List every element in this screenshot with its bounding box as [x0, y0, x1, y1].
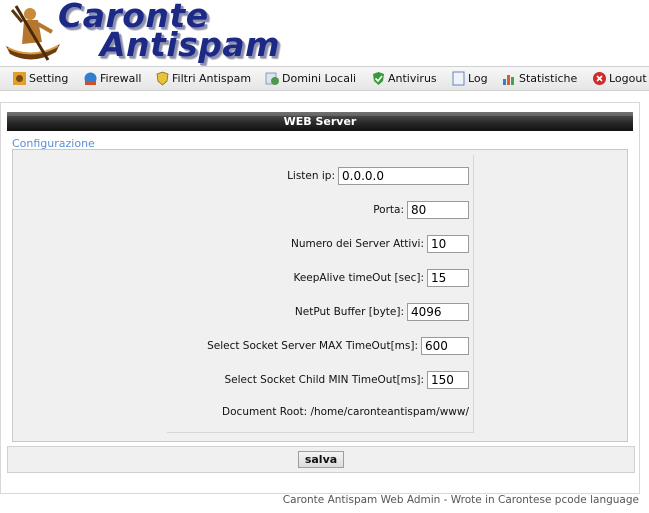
netput-row: NetPut Buffer [byte]: — [295, 302, 469, 322]
select-server-label: Select Socket Server MAX TimeOut[ms]: — [207, 340, 418, 352]
antivirus-icon — [373, 72, 384, 85]
main-menu: Setting Firewall Filtri Antispam Domini … — [0, 66, 649, 91]
listen-ip-row: Listen ip: — [287, 166, 469, 186]
select-server-row: Select Socket Server MAX TimeOut[ms]: — [207, 336, 469, 356]
app-header: Caronte Antispam — [0, 0, 649, 66]
firewall-icon — [84, 72, 97, 85]
shield-icon — [156, 71, 169, 86]
keepalive-label: KeepAlive timeOut [sec]: — [293, 272, 424, 284]
menu-item-label: Log — [468, 72, 488, 85]
porta-label: Porta: — [373, 204, 404, 216]
chart-icon — [503, 75, 514, 85]
section-title-bar: WEB Server — [7, 112, 633, 131]
menu-item-label: Firewall — [100, 72, 142, 85]
logo-title-line2: Antispam — [100, 25, 281, 64]
keepalive-input[interactable] — [427, 269, 469, 287]
save-button[interactable]: salva — [298, 451, 344, 468]
select-child-row: Select Socket Child MIN TimeOut[ms]: — [224, 370, 469, 390]
menu-item-statistiche[interactable]: Statistiche — [502, 70, 577, 87]
menu-item-label: Statistiche — [519, 72, 578, 85]
listen-ip-label: Listen ip: — [287, 170, 335, 182]
menu-item-filtri-antispam[interactable]: Filtri Antispam — [155, 70, 251, 87]
select-child-label: Select Socket Child MIN TimeOut[ms]: — [224, 374, 424, 386]
footer-text: Caronte Antispam Web Admin - Wrote in Ca… — [282, 494, 639, 506]
netput-input[interactable] — [407, 303, 469, 321]
porta-input[interactable] — [407, 201, 469, 219]
content-frame: WEB Server Configurazione Listen ip: Por… — [0, 102, 640, 494]
logout-icon — [593, 72, 606, 85]
select-child-input[interactable] — [427, 371, 469, 389]
menu-item-label: Setting — [29, 72, 69, 85]
porta-row: Porta: — [373, 200, 469, 220]
menu-item-log[interactable]: Log — [451, 70, 488, 87]
configuration-panel: Listen ip: Porta: Numero dei Server Atti… — [12, 149, 628, 442]
numero-server-row: Numero dei Server Attivi: — [291, 234, 469, 254]
settings-icon — [13, 72, 26, 85]
menu-item-label: Antivirus — [388, 72, 437, 85]
menu-item-label: Filtri Antispam — [172, 72, 252, 85]
select-server-input[interactable] — [421, 337, 469, 355]
globe-icon — [265, 72, 279, 85]
menu-item-domini-locali[interactable]: Domini Locali — [265, 70, 356, 87]
numero-server-label: Numero dei Server Attivi: — [290, 238, 424, 250]
numero-server-input[interactable] — [427, 235, 469, 253]
keepalive-row: KeepAlive timeOut [sec]: — [293, 268, 469, 288]
netput-label: NetPut Buffer [byte]: — [294, 306, 404, 318]
menu-item-setting[interactable]: Setting — [12, 70, 68, 87]
menu-item-label: Domini Locali — [282, 72, 357, 85]
web-server-form: Listen ip: Porta: Numero dei Server Atti… — [167, 155, 474, 433]
document-icon — [452, 71, 465, 86]
menu-item-logout[interactable]: Logout — [592, 70, 647, 87]
menu-item-antivirus[interactable]: Antivirus — [371, 70, 437, 87]
document-root-text: Document Root: /home/caronteantispam/www… — [222, 406, 469, 418]
menu-item-label: Logout — [609, 72, 647, 85]
listen-ip-input[interactable] — [338, 167, 469, 185]
ferryman-logo-icon — [6, 5, 60, 61]
menu-item-firewall[interactable]: Firewall — [83, 70, 141, 87]
form-actions-bar: salva — [7, 446, 635, 473]
